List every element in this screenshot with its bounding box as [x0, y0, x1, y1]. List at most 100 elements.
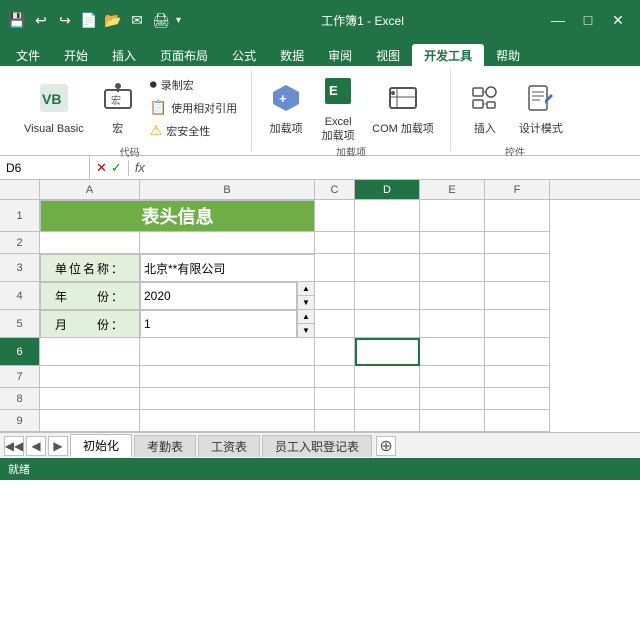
relative-ref-button[interactable]: 📋 使用相对引用 [146, 97, 241, 118]
row-header-6[interactable]: 6 [0, 338, 40, 366]
confirm-icon[interactable]: ✓ [111, 160, 122, 176]
cell-f4[interactable] [485, 282, 550, 310]
design-mode-button[interactable]: 设计模式 [513, 74, 569, 144]
cancel-icon[interactable]: ✕ [96, 160, 107, 176]
col-header-f[interactable]: F [485, 180, 550, 199]
cell-d7[interactable] [355, 366, 420, 388]
cell-b4[interactable]: 2020 [140, 282, 297, 310]
vba-button[interactable]: VB Visual Basic [18, 74, 90, 144]
cell-b6[interactable] [140, 338, 315, 366]
cell-e4[interactable] [420, 282, 485, 310]
insert-control-button[interactable]: 插入 [461, 74, 509, 144]
cell-f5[interactable] [485, 310, 550, 338]
cell-d2[interactable] [355, 232, 420, 254]
sheet-nav-first[interactable]: ◀◀ [4, 436, 24, 456]
addins-button[interactable]: + 加载项 [262, 74, 310, 144]
cell-d6[interactable] [355, 338, 420, 366]
sheet-tab-attendance[interactable]: 考勤表 [134, 435, 196, 457]
row-header-2[interactable]: 2 [0, 232, 40, 254]
cell-f6[interactable] [485, 338, 550, 366]
row-header-9[interactable]: 9 [0, 410, 40, 432]
cell-d9[interactable] [355, 410, 420, 432]
cell-a5[interactable]: 月 份： [40, 310, 140, 338]
col-header-a[interactable]: A [40, 180, 140, 199]
month-spinner[interactable]: ▲ ▼ [297, 310, 315, 338]
cell-e3[interactable] [420, 254, 485, 282]
col-header-c[interactable]: C [315, 180, 355, 199]
cell-f1[interactable] [485, 200, 550, 232]
redo-icon[interactable]: ↪ [56, 11, 74, 29]
macro-button[interactable]: 宏 宏 [94, 74, 142, 144]
cell-a9[interactable] [40, 410, 140, 432]
cell-a8[interactable] [40, 388, 140, 410]
excel-addins-button[interactable]: E Excel 加载项 [314, 74, 362, 144]
cell-a3[interactable]: 单位名称： [40, 254, 140, 282]
formula-input[interactable] [151, 156, 640, 179]
cell-f2[interactable] [485, 232, 550, 254]
close-button[interactable]: ✕ [604, 6, 632, 34]
cell-b3[interactable]: 北京**有限公司 [140, 254, 315, 282]
cell-a1-b1-merged[interactable]: 表头信息 [40, 200, 315, 232]
cell-e2[interactable] [420, 232, 485, 254]
macro-security-button[interactable]: ⚠ 宏安全性 [146, 120, 241, 141]
tab-view[interactable]: 视图 [364, 44, 412, 66]
com-addins-button[interactable]: COM 加载项 [366, 74, 440, 144]
tab-data[interactable]: 数据 [268, 44, 316, 66]
month-down-arrow[interactable]: ▼ [298, 324, 314, 337]
print-icon[interactable]: 🖨 [152, 11, 170, 29]
restore-button[interactable]: □ [574, 6, 602, 34]
tab-developer[interactable]: 开发工具 [412, 44, 484, 66]
minimize-button[interactable]: — [544, 6, 572, 34]
tab-review[interactable]: 审阅 [316, 44, 364, 66]
cell-b5[interactable]: 1 [140, 310, 297, 338]
cell-e6[interactable] [420, 338, 485, 366]
cell-d4[interactable] [355, 282, 420, 310]
cell-c8[interactable] [315, 388, 355, 410]
cell-e5[interactable] [420, 310, 485, 338]
save-icon[interactable]: 💾 [8, 11, 26, 29]
cell-f3[interactable] [485, 254, 550, 282]
cell-c7[interactable] [315, 366, 355, 388]
tab-help[interactable]: 帮助 [484, 44, 532, 66]
row-header-7[interactable]: 7 [0, 366, 40, 388]
cell-d8[interactable] [355, 388, 420, 410]
cell-a7[interactable] [40, 366, 140, 388]
fx-icon[interactable]: fx [135, 160, 145, 175]
sheet-nav-prev[interactable]: ◀ [26, 436, 46, 456]
cell-d1[interactable] [355, 200, 420, 232]
cell-f8[interactable] [485, 388, 550, 410]
cell-c1[interactable] [315, 200, 355, 232]
cell-e8[interactable] [420, 388, 485, 410]
row-header-3[interactable]: 3 [0, 254, 40, 282]
cell-a2[interactable] [40, 232, 140, 254]
undo-icon[interactable]: ↩ [32, 11, 50, 29]
cell-b9[interactable] [140, 410, 315, 432]
email-icon[interactable]: ✉ [128, 11, 146, 29]
record-macro-button[interactable]: ⏺ 录制宏 [146, 74, 241, 95]
cell-c5[interactable] [315, 310, 355, 338]
tab-file[interactable]: 文件 [4, 44, 52, 66]
cell-b7[interactable] [140, 366, 315, 388]
year-spinner[interactable]: ▲ ▼ [297, 282, 315, 310]
add-sheet-button[interactable]: ⊕ [376, 436, 396, 456]
col-header-b[interactable]: B [140, 180, 315, 199]
month-up-arrow[interactable]: ▲ [298, 310, 314, 324]
col-header-d[interactable]: D [355, 180, 420, 199]
sheet-tab-initialize[interactable]: 初始化 [70, 434, 132, 457]
sheet-tab-employee[interactable]: 员工入职登记表 [262, 435, 372, 457]
cell-f9[interactable] [485, 410, 550, 432]
cell-a4[interactable]: 年 份： [40, 282, 140, 310]
cell-c9[interactable] [315, 410, 355, 432]
tab-insert[interactable]: 插入 [100, 44, 148, 66]
cell-c3[interactable] [315, 254, 355, 282]
open-icon[interactable]: 📂 [104, 11, 122, 29]
name-box[interactable]: D6 [0, 156, 90, 179]
cell-b2[interactable] [140, 232, 315, 254]
tab-home[interactable]: 开始 [52, 44, 100, 66]
cell-b8[interactable] [140, 388, 315, 410]
year-down-arrow[interactable]: ▼ [298, 296, 314, 309]
cell-e1[interactable] [420, 200, 485, 232]
cell-a6[interactable] [40, 338, 140, 366]
cell-c4[interactable] [315, 282, 355, 310]
new-icon[interactable]: 📄 [80, 11, 98, 29]
